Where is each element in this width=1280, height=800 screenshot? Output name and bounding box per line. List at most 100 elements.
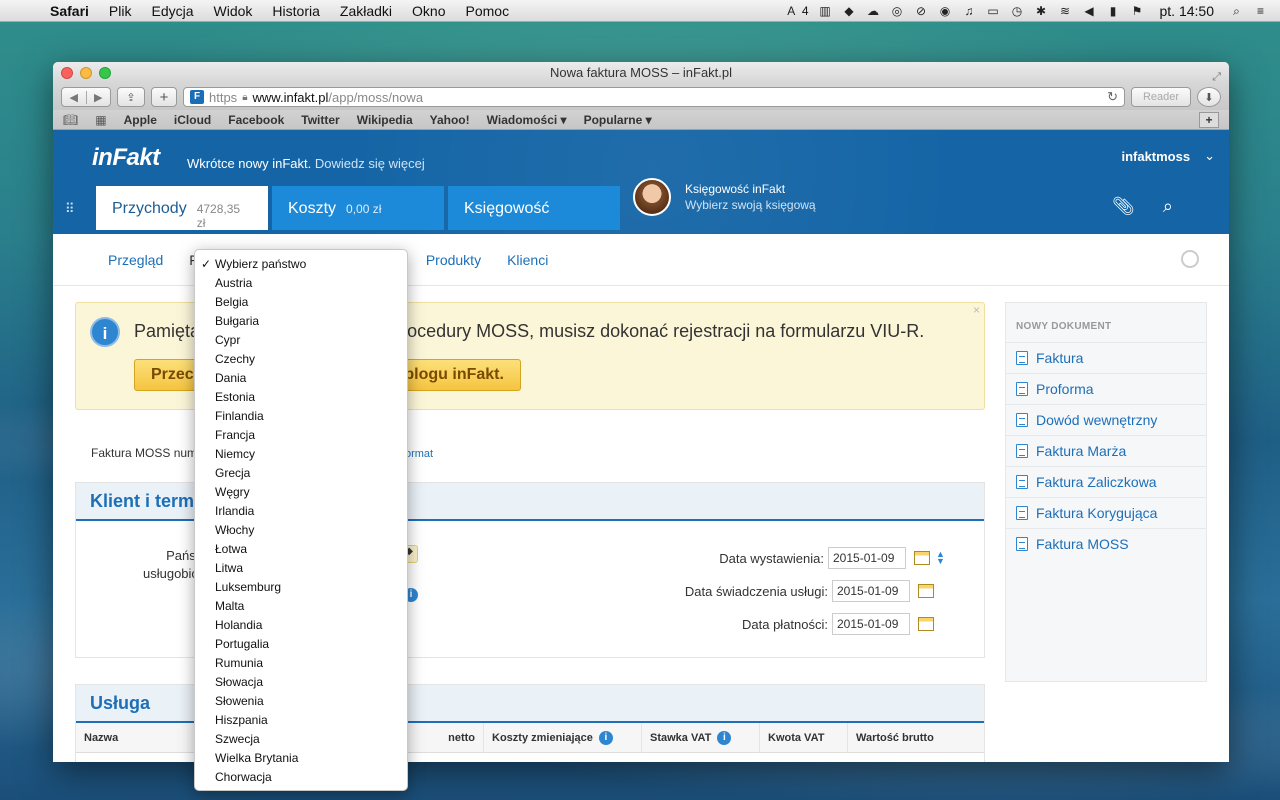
dropdown-option[interactable]: Portugalia xyxy=(195,635,407,654)
subnav-klienci[interactable]: Klienci xyxy=(507,252,548,268)
dropdown-option[interactable]: ✓ Wybierz państwo xyxy=(195,255,407,274)
fullscreen-icon[interactable]: ⤢ xyxy=(1212,66,1221,88)
user-menu[interactable]: infaktmoss ⌄ xyxy=(1121,148,1215,164)
bookmark-apple[interactable]: Apple xyxy=(124,113,157,127)
dropbox-icon[interactable]: ◆ xyxy=(842,4,857,18)
forward-icon[interactable]: ▶ xyxy=(87,91,111,104)
dropdown-option[interactable]: Francja xyxy=(195,426,407,445)
menu-historia[interactable]: Historia xyxy=(262,3,329,19)
search-icon[interactable]: ⌕ xyxy=(1163,196,1173,217)
bell-icon[interactable]: ♫ xyxy=(962,4,977,18)
menu-okno[interactable]: Okno xyxy=(402,3,455,19)
bookmark-wikipedia[interactable]: Wikipedia xyxy=(357,113,413,127)
close-icon[interactable]: × xyxy=(973,303,980,317)
volume-icon[interactable]: ◀ xyxy=(1082,4,1097,18)
new-dowod-wewnetrzny[interactable]: Dowód wewnętrzny xyxy=(1006,404,1206,435)
circle-slash-icon[interactable]: ⊘ xyxy=(914,4,929,18)
menu-pomoc[interactable]: Pomoc xyxy=(456,3,520,19)
payment-date-input[interactable] xyxy=(832,613,910,635)
new-faktura[interactable]: Faktura xyxy=(1006,342,1206,373)
top-sites-icon[interactable]: ▦ xyxy=(95,113,106,127)
accountant-widget[interactable]: Księgowość inFakt Wybierz swoją księgową xyxy=(633,178,816,216)
info-icon[interactable]: i xyxy=(717,730,732,745)
dropdown-option[interactable]: Węgry xyxy=(195,483,407,502)
calendar-icon[interactable] xyxy=(918,584,934,598)
add-bookmark-button[interactable]: + xyxy=(1199,111,1219,128)
bluetooth-icon[interactable]: ✱ xyxy=(1034,4,1049,18)
dropdown-option[interactable]: Finlandia xyxy=(195,407,407,426)
dropdown-option[interactable]: Wielka Brytania xyxy=(195,749,407,768)
menu-edycja[interactable]: Edycja xyxy=(141,3,203,19)
dropdown-option[interactable]: Szwecja xyxy=(195,730,407,749)
dropdown-option[interactable]: Słowenia xyxy=(195,692,407,711)
apps-grid-icon[interactable]: ⠿ xyxy=(65,202,79,216)
tab-koszty[interactable]: Koszty 0,00 zł xyxy=(272,186,444,230)
bookmark-facebook[interactable]: Facebook xyxy=(228,113,284,127)
tab-ksiegowosc[interactable]: Księgowość xyxy=(448,186,620,230)
dropdown-option[interactable]: Malta xyxy=(195,597,407,616)
dropdown-option[interactable]: Belgia xyxy=(195,293,407,312)
stepper-icon[interactable]: ▲ ▼ xyxy=(936,550,945,566)
dropdown-option[interactable]: Chorwacja xyxy=(195,768,407,787)
bookmark-icloud[interactable]: iCloud xyxy=(174,113,211,127)
menu-widok[interactable]: Widok xyxy=(204,3,263,19)
share-button[interactable]: ⇪ xyxy=(117,87,145,107)
dropdown-option[interactable]: Austria xyxy=(195,274,407,293)
issue-date-input[interactable] xyxy=(828,547,906,569)
learn-more-link[interactable]: Dowiedz się więcej xyxy=(315,156,425,171)
dropdown-option[interactable]: Holandia xyxy=(195,616,407,635)
dropdown-option[interactable]: Dania xyxy=(195,369,407,388)
battery-icon[interactable]: ▮ xyxy=(1106,4,1121,18)
minimize-window-button[interactable] xyxy=(80,67,92,79)
clock-history-icon[interactable]: ◷ xyxy=(1010,4,1025,18)
timemachine-icon[interactable]: ◉ xyxy=(938,4,953,18)
new-faktura-marza[interactable]: Faktura Marża xyxy=(1006,435,1206,466)
filmstrip-icon[interactable]: ▥ xyxy=(818,4,833,18)
cloud-icon[interactable]: ☁ xyxy=(866,4,881,18)
back-icon[interactable]: ◀ xyxy=(62,90,87,104)
new-proforma[interactable]: Proforma xyxy=(1006,373,1206,404)
dropdown-option[interactable]: Włochy xyxy=(195,521,407,540)
reading-list-icon[interactable]: 📖︎ xyxy=(63,113,78,127)
dropdown-option[interactable]: Grecja xyxy=(195,464,407,483)
dropdown-option[interactable]: Czechy xyxy=(195,350,407,369)
subnav-produkty[interactable]: Produkty xyxy=(426,252,481,268)
infakt-logo[interactable]: inFakt xyxy=(92,144,160,172)
close-window-button[interactable] xyxy=(61,67,73,79)
reader-button[interactable]: Reader xyxy=(1131,87,1191,107)
dropdown-option[interactable]: Rumunia xyxy=(195,654,407,673)
paperclip-icon[interactable]: 📎︎ xyxy=(1112,196,1135,217)
bookmark-popularne[interactable]: Popularne ▾ xyxy=(584,113,652,127)
dropdown-option[interactable]: Irlandia xyxy=(195,502,407,521)
new-faktura-zaliczkowa[interactable]: Faktura Zaliczkowa xyxy=(1006,466,1206,497)
menu-plik[interactable]: Plik xyxy=(99,3,142,19)
airplay-icon[interactable]: ▭ xyxy=(986,4,1001,18)
dropdown-option[interactable]: Litwa xyxy=(195,559,407,578)
tab-przychody[interactable]: Przychody 4728,35 zł xyxy=(96,186,268,230)
service-date-input[interactable] xyxy=(832,580,910,602)
info-icon[interactable]: i xyxy=(598,730,613,745)
menu-zakladki[interactable]: Zakładki xyxy=(330,3,402,19)
dropdown-option[interactable]: Bułgaria xyxy=(195,312,407,331)
flag-icon[interactable]: ⚑ xyxy=(1130,4,1145,18)
dropdown-option[interactable]: Niemcy xyxy=(195,445,407,464)
wifi-icon[interactable]: ≋ xyxy=(1058,4,1073,18)
dropdown-option[interactable]: Luksemburg xyxy=(195,578,407,597)
address-bar[interactable]: F https 🔒︎ www.infakt.pl /app/moss/nowa … xyxy=(183,87,1125,107)
menu-safari[interactable]: Safari xyxy=(40,3,99,19)
bookmark-twitter[interactable]: Twitter xyxy=(301,113,339,127)
pie-chart-icon[interactable] xyxy=(1181,250,1199,268)
dropdown-option[interactable]: Hiszpania xyxy=(195,711,407,730)
dropdown-option[interactable]: Estonia xyxy=(195,388,407,407)
bookmark-wiadomosci[interactable]: Wiadomości ▾ xyxy=(487,113,567,127)
zoom-window-button[interactable] xyxy=(99,67,111,79)
new-faktura-korygujaca[interactable]: Faktura Korygująca xyxy=(1006,497,1206,528)
calendar-icon[interactable] xyxy=(918,617,934,631)
subnav-przeglad[interactable]: Przegląd xyxy=(108,252,163,268)
dropdown-option[interactable]: Cypr xyxy=(195,331,407,350)
calendar-icon[interactable] xyxy=(914,551,930,565)
bookmark-yahoo[interactable]: Yahoo! xyxy=(430,113,470,127)
notification-list-icon[interactable]: ≡ xyxy=(1253,4,1268,18)
dropdown-option[interactable]: Słowacja xyxy=(195,673,407,692)
clock[interactable]: pt. 14:50 xyxy=(1154,3,1221,19)
